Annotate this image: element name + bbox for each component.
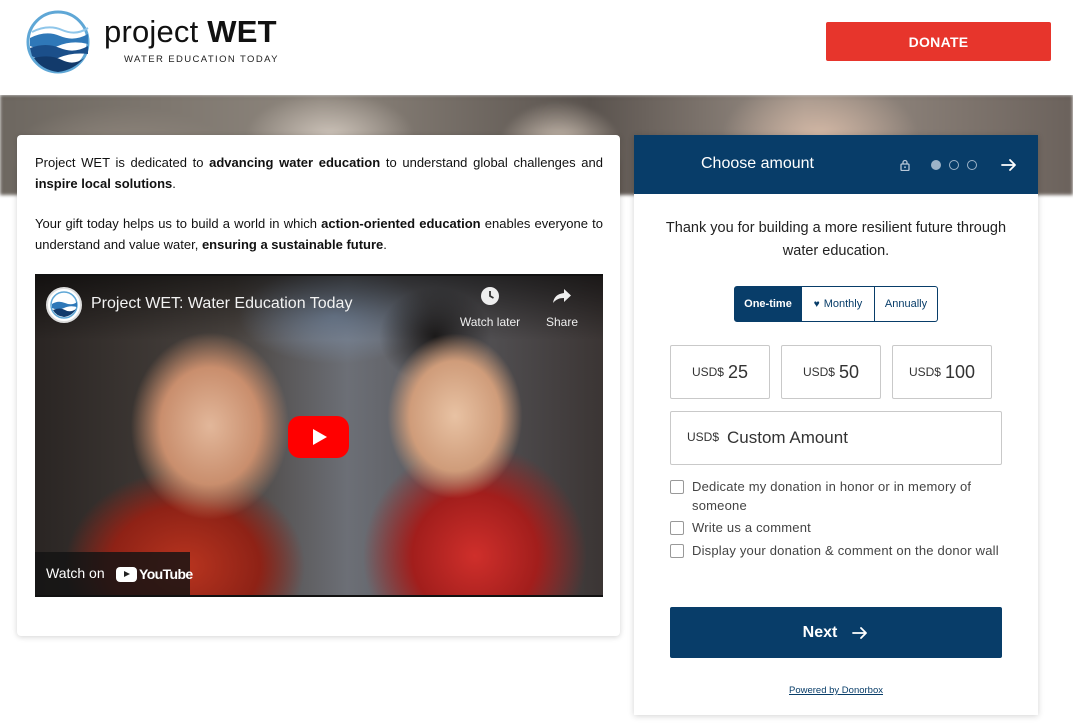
brand-name: project WET xyxy=(104,14,277,50)
dedicate-option[interactable]: Dedicate my donation in honor or in memo… xyxy=(670,477,1000,515)
youtube-wordmark: YouTube xyxy=(139,566,193,582)
share-label: Share xyxy=(545,315,579,329)
watch-later-button[interactable]: Watch later xyxy=(453,286,527,329)
frequency-monthly[interactable]: ♥ Monthly xyxy=(802,286,875,322)
watch-later-label: Watch later xyxy=(459,315,521,329)
step-title: Choose amount xyxy=(701,155,814,172)
brand-name-light: project xyxy=(104,14,199,49)
play-button[interactable] xyxy=(288,416,349,458)
brand-tagline: WATER EDUCATION TODAY xyxy=(124,54,279,65)
mission-paragraph: Project WET is dedicated to advancing wa… xyxy=(35,152,603,194)
video-title[interactable]: Project WET: Water Education Today xyxy=(91,295,352,313)
dedicate-checkbox[interactable] xyxy=(670,480,684,494)
amount-option-25[interactable]: USD$ 25 xyxy=(670,345,770,399)
thank-you-message: Thank you for building a more resilient … xyxy=(665,220,1007,259)
next-label: Next xyxy=(802,623,838,641)
frequency-annually[interactable]: Annually xyxy=(875,286,938,322)
gift-paragraph: Your gift today helps us to build a worl… xyxy=(35,213,603,255)
youtube-play-icon xyxy=(116,566,137,582)
share-icon xyxy=(539,286,585,311)
emphasis-text: advancing water education xyxy=(209,155,381,170)
step-header: Choose amount xyxy=(634,135,1038,194)
amount-value: 50 xyxy=(838,361,860,382)
lock-icon xyxy=(900,159,910,171)
next-button[interactable]: Next xyxy=(670,607,1002,658)
powered-by-link[interactable]: Powered by Donorbox xyxy=(634,685,1038,696)
emphasis-text: action-oriented education xyxy=(321,216,481,231)
currency-label: USD$ xyxy=(691,365,724,379)
arrow-right-icon xyxy=(852,626,868,639)
brand: project WET WATER EDUCATION TODAY xyxy=(104,14,277,65)
body-text: to understand global challenges and xyxy=(380,155,604,170)
custom-amount-input[interactable]: USD$ Custom Amount xyxy=(670,411,1002,465)
frequency-toggle: One-time ♥ Monthly Annually xyxy=(734,286,938,322)
amount-value: 25 xyxy=(727,361,749,382)
body-text: Project WET is dedicated to xyxy=(35,155,210,170)
clock-icon xyxy=(453,286,527,311)
amount-option-50[interactable]: USD$ 50 xyxy=(781,345,881,399)
emphasis-text: inspire local solutions xyxy=(35,176,173,191)
brand-name-bold: WET xyxy=(207,14,277,49)
heart-icon: ♥ xyxy=(813,298,820,310)
arrow-right-icon[interactable] xyxy=(1000,156,1018,174)
currency-label: USD$ xyxy=(802,365,835,379)
frequency-monthly-label: Monthly xyxy=(823,298,863,310)
project-wet-logo[interactable] xyxy=(26,10,90,74)
info-card: Project WET is dedicated to advancing wa… xyxy=(17,135,620,636)
share-button[interactable]: Share xyxy=(539,286,585,329)
donor-wall-checkbox[interactable] xyxy=(670,544,684,558)
donation-form: Choose amount Thank you for building a m… xyxy=(634,135,1038,715)
comment-label[interactable]: Write us a comment xyxy=(692,518,811,537)
site-header: project WET WATER EDUCATION TODAY DONATE xyxy=(0,0,1073,95)
currency-label: USD$ xyxy=(687,430,720,444)
body-text: . xyxy=(383,237,387,252)
emphasis-text: ensuring a sustainable future xyxy=(201,237,384,252)
amount-value: 100 xyxy=(944,361,976,382)
video-player[interactable]: Project WET: Water Education Today Watch… xyxy=(35,274,603,597)
donor-wall-option[interactable]: Display your donation & comment on the d… xyxy=(670,541,1000,560)
dedicate-label[interactable]: Dedicate my donation in honor or in memo… xyxy=(692,477,1000,515)
step-dot-1 xyxy=(931,160,941,170)
body-text: Your gift today helps us to build a worl… xyxy=(35,216,322,231)
currency-label: USD$ xyxy=(908,365,941,379)
donate-button[interactable]: DONATE xyxy=(826,22,1051,61)
play-icon xyxy=(313,429,327,445)
step-dot-2 xyxy=(949,160,959,170)
donor-wall-label[interactable]: Display your donation & comment on the d… xyxy=(692,541,999,560)
step-dot-3 xyxy=(967,160,977,170)
frequency-one-time[interactable]: One-time xyxy=(734,286,802,322)
watch-on-youtube-button[interactable]: Watch on YouTube xyxy=(35,552,193,595)
amount-option-100[interactable]: USD$ 100 xyxy=(892,345,992,399)
channel-avatar[interactable] xyxy=(46,287,82,323)
comment-option[interactable]: Write us a comment xyxy=(670,518,1000,537)
comment-checkbox[interactable] xyxy=(670,521,684,535)
custom-amount-placeholder: Custom Amount xyxy=(727,428,848,447)
watch-on-label: Watch on xyxy=(46,565,105,581)
youtube-logo-icon: YouTube xyxy=(116,566,193,582)
body-text: . xyxy=(172,176,176,191)
